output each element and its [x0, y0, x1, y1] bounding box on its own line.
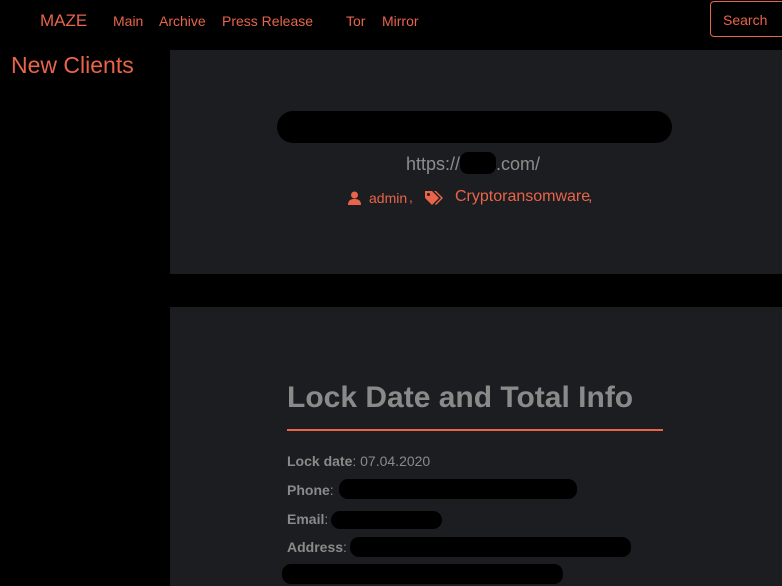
redacted-address-line2 — [282, 564, 563, 584]
user-icon — [348, 191, 361, 205]
email-label: Email — [287, 511, 325, 527]
phone-colon: : — [329, 482, 334, 498]
redacted-address-line1 — [350, 537, 631, 557]
nav-archive[interactable]: Archive — [159, 13, 206, 29]
section-heading: Lock Date and Total Info — [287, 381, 634, 414]
nav-mirror[interactable]: Mirror — [382, 13, 419, 29]
address-colon: : — [343, 539, 347, 555]
tag-separator: , — [588, 188, 593, 205]
email-row: Email: — [287, 511, 328, 527]
search-button[interactable]: Search — [710, 1, 782, 37]
post-tag[interactable]: Cryptoransomware — [455, 188, 590, 206]
lock-date-value: : 07.04.2020 — [352, 453, 431, 469]
lock-date-label: Lock date — [287, 453, 353, 469]
redacted-domain — [460, 152, 497, 174]
lock-date-row: Lock date: 07.04.2020 — [287, 453, 430, 469]
nav-press-release[interactable]: Press Release — [222, 13, 313, 29]
address-label: Address — [287, 539, 344, 555]
email-colon: : — [324, 511, 329, 527]
brand-logo[interactable]: MAZE — [40, 11, 87, 31]
heading-divider — [287, 429, 663, 431]
phone-label: Phone — [287, 482, 330, 498]
phone-row: Phone: — [287, 482, 334, 498]
post-author[interactable]: admin — [369, 190, 407, 206]
url-suffix: .com/ — [496, 154, 541, 174]
address-row: Address: — [287, 539, 347, 555]
top-navbar: MAZE Main Archive Press Release Tor Mirr… — [0, 0, 782, 44]
redacted-phone — [339, 479, 577, 499]
redacted-email — [331, 511, 442, 529]
nav-main[interactable]: Main — [113, 13, 143, 29]
url-prefix: https:// — [406, 154, 461, 174]
sidebar-title[interactable]: New Clients — [11, 52, 134, 79]
nav-tor[interactable]: Tor — [346, 13, 365, 29]
post-url[interactable]: https:// .com/ — [406, 152, 540, 175]
author-separator: , — [409, 189, 413, 205]
tags-icon — [425, 191, 443, 205]
redacted-title — [277, 111, 672, 143]
